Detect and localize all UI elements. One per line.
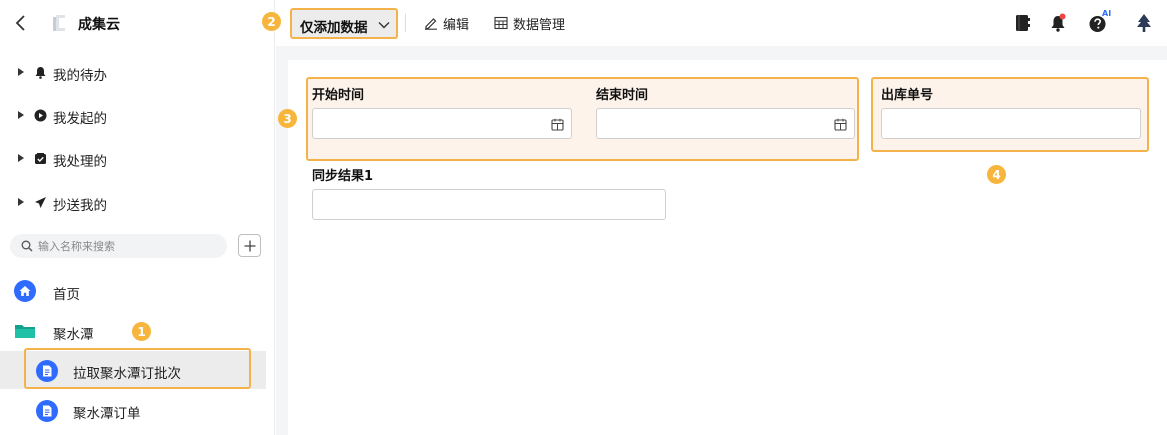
table-icon xyxy=(494,16,508,30)
chevron-down-icon xyxy=(378,22,390,29)
toolbar-divider xyxy=(405,14,406,32)
app-logo-icon xyxy=(53,15,65,31)
document-icon xyxy=(36,360,58,382)
start-time-input[interactable] xyxy=(313,109,571,138)
edit-label: 编辑 xyxy=(443,18,470,33)
chevron-left-icon[interactable] xyxy=(13,13,29,33)
folder-icon xyxy=(15,325,35,338)
annotation-badge-4: 4 xyxy=(987,165,1006,184)
search-input[interactable] xyxy=(38,237,218,255)
end-time-input[interactable] xyxy=(597,109,854,138)
edit-button[interactable]: 编辑 xyxy=(424,14,474,34)
outbound-no-field xyxy=(881,108,1141,139)
group-label: 我的待办 xyxy=(53,68,107,84)
nav-item-batch[interactable]: 拉取聚水潭订批次 xyxy=(0,353,275,389)
add-button[interactable] xyxy=(238,234,261,257)
pencil-icon xyxy=(425,18,437,30)
start-time-label: 开始时间 xyxy=(312,88,365,103)
end-time-label: 结束时间 xyxy=(596,88,649,103)
caret-right-icon xyxy=(18,68,24,76)
sync-result-label: 同步结果1 xyxy=(312,169,374,184)
send-icon xyxy=(35,197,46,208)
sync-result-input[interactable] xyxy=(313,190,665,219)
plus-icon xyxy=(244,240,256,252)
bell-icon xyxy=(35,67,46,79)
document-icon xyxy=(36,400,58,422)
data-manage-label: 数据管理 xyxy=(513,18,566,33)
content-area: 3 开始时间 结束时间 出库单号 4 同步结果1 xyxy=(276,46,1167,435)
end-time-field xyxy=(596,108,855,139)
annotation-badge-3: 3 xyxy=(278,109,297,128)
caret-right-icon xyxy=(18,154,24,162)
group-my-todo[interactable]: 我的待办 xyxy=(0,58,275,88)
home-icon xyxy=(14,280,36,302)
form-card: 3 开始时间 结束时间 出库单号 4 同步结果1 xyxy=(278,60,1167,435)
group-handled[interactable]: 我处理的 xyxy=(0,144,275,174)
ai-badge: AI xyxy=(1102,9,1112,18)
tree-icon[interactable] xyxy=(1133,12,1155,34)
group-cc[interactable]: 抄送我的 xyxy=(0,188,275,218)
group-initiated[interactable]: 我发起的 xyxy=(0,101,275,131)
outbound-no-label: 出库单号 xyxy=(881,88,934,103)
calendar-icon xyxy=(551,118,564,131)
group-label: 我发起的 xyxy=(53,111,107,127)
start-time-field xyxy=(312,108,572,139)
notification-bell-icon[interactable] xyxy=(1047,12,1069,34)
folder-label: 聚水潭 xyxy=(53,327,94,343)
outbound-no-input[interactable] xyxy=(882,109,1140,138)
caret-right-icon xyxy=(18,198,24,206)
play-circle-icon xyxy=(34,109,47,122)
search-box xyxy=(10,234,227,258)
nav-home[interactable]: 首页 xyxy=(0,274,275,308)
sync-result-field xyxy=(312,189,666,220)
nav-item-label: 聚水潭订单 xyxy=(73,406,141,422)
brand-header: 成集云 xyxy=(0,0,275,46)
app-name: 成集云 xyxy=(78,17,120,33)
toolbar: 2 仅添加数据 编辑 数据管理 AI xyxy=(262,0,1167,46)
group-label: 抄送我的 xyxy=(53,198,107,214)
notebook-icon[interactable] xyxy=(1011,12,1033,34)
search-icon xyxy=(21,240,33,252)
group-label: 我处理的 xyxy=(53,154,107,170)
view-mode-label: 仅添加数据 xyxy=(300,20,368,36)
nav-item-label: 拉取聚水潭订批次 xyxy=(73,366,181,382)
calendar-icon xyxy=(834,118,847,131)
folder-jushuitan[interactable]: 聚水潭 xyxy=(0,314,275,348)
nav-home-label: 首页 xyxy=(53,287,80,303)
data-manage-button[interactable]: 数据管理 xyxy=(494,14,574,34)
view-mode-dropdown[interactable]: 仅添加数据 xyxy=(290,8,398,39)
nav-item-orders[interactable]: 聚水潭订单 xyxy=(0,394,275,428)
caret-right-icon xyxy=(18,111,24,119)
check-box-icon xyxy=(35,153,46,164)
sidebar: 成集云 我的待办 我发起的 我处理的 抄送我的 输入名称来搜索 首页 聚水潭 拉… xyxy=(0,0,275,435)
